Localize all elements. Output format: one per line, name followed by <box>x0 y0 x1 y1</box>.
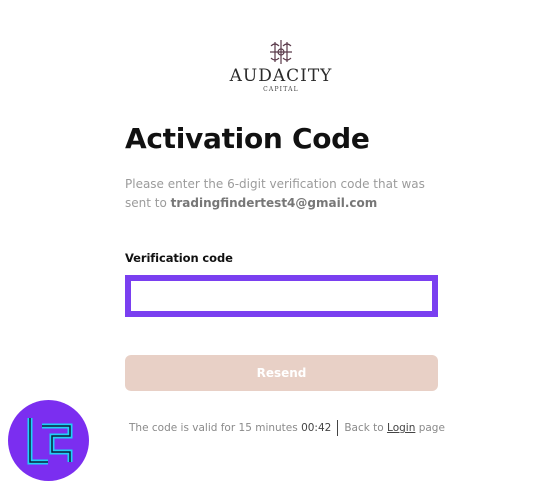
email-address: tradingfindertest4@gmail.com <box>170 196 378 210</box>
monogram-crest-icon <box>270 40 292 64</box>
verification-code-input[interactable] <box>125 275 438 317</box>
footer-divider <box>337 420 339 436</box>
activation-page: AUDACITY CAPITAL Activation Code Please … <box>0 0 556 490</box>
countdown-timer: 00:42 <box>301 422 332 434</box>
resend-button[interactable]: Resend <box>125 355 438 391</box>
back-to-text: Back to <box>344 422 388 434</box>
verification-code-label: Verification code <box>125 251 233 265</box>
logo-subtitle: CAPITAL <box>263 86 299 93</box>
tf-logo-icon <box>27 418 73 465</box>
tf-badge <box>8 400 89 481</box>
footer: The code is valid for 15 minutes 00:42 Ba… <box>129 420 445 436</box>
page-text: page <box>415 422 445 434</box>
page-title: Activation Code <box>125 122 370 155</box>
page-description: Please enter the 6-digit verification co… <box>125 175 445 213</box>
code-valid-text: The code is valid for 15 minutes <box>129 422 302 434</box>
login-link[interactable]: Login <box>387 422 415 434</box>
audacity-logo: AUDACITY CAPITAL <box>226 38 336 96</box>
logo-name: AUDACITY <box>229 66 333 86</box>
